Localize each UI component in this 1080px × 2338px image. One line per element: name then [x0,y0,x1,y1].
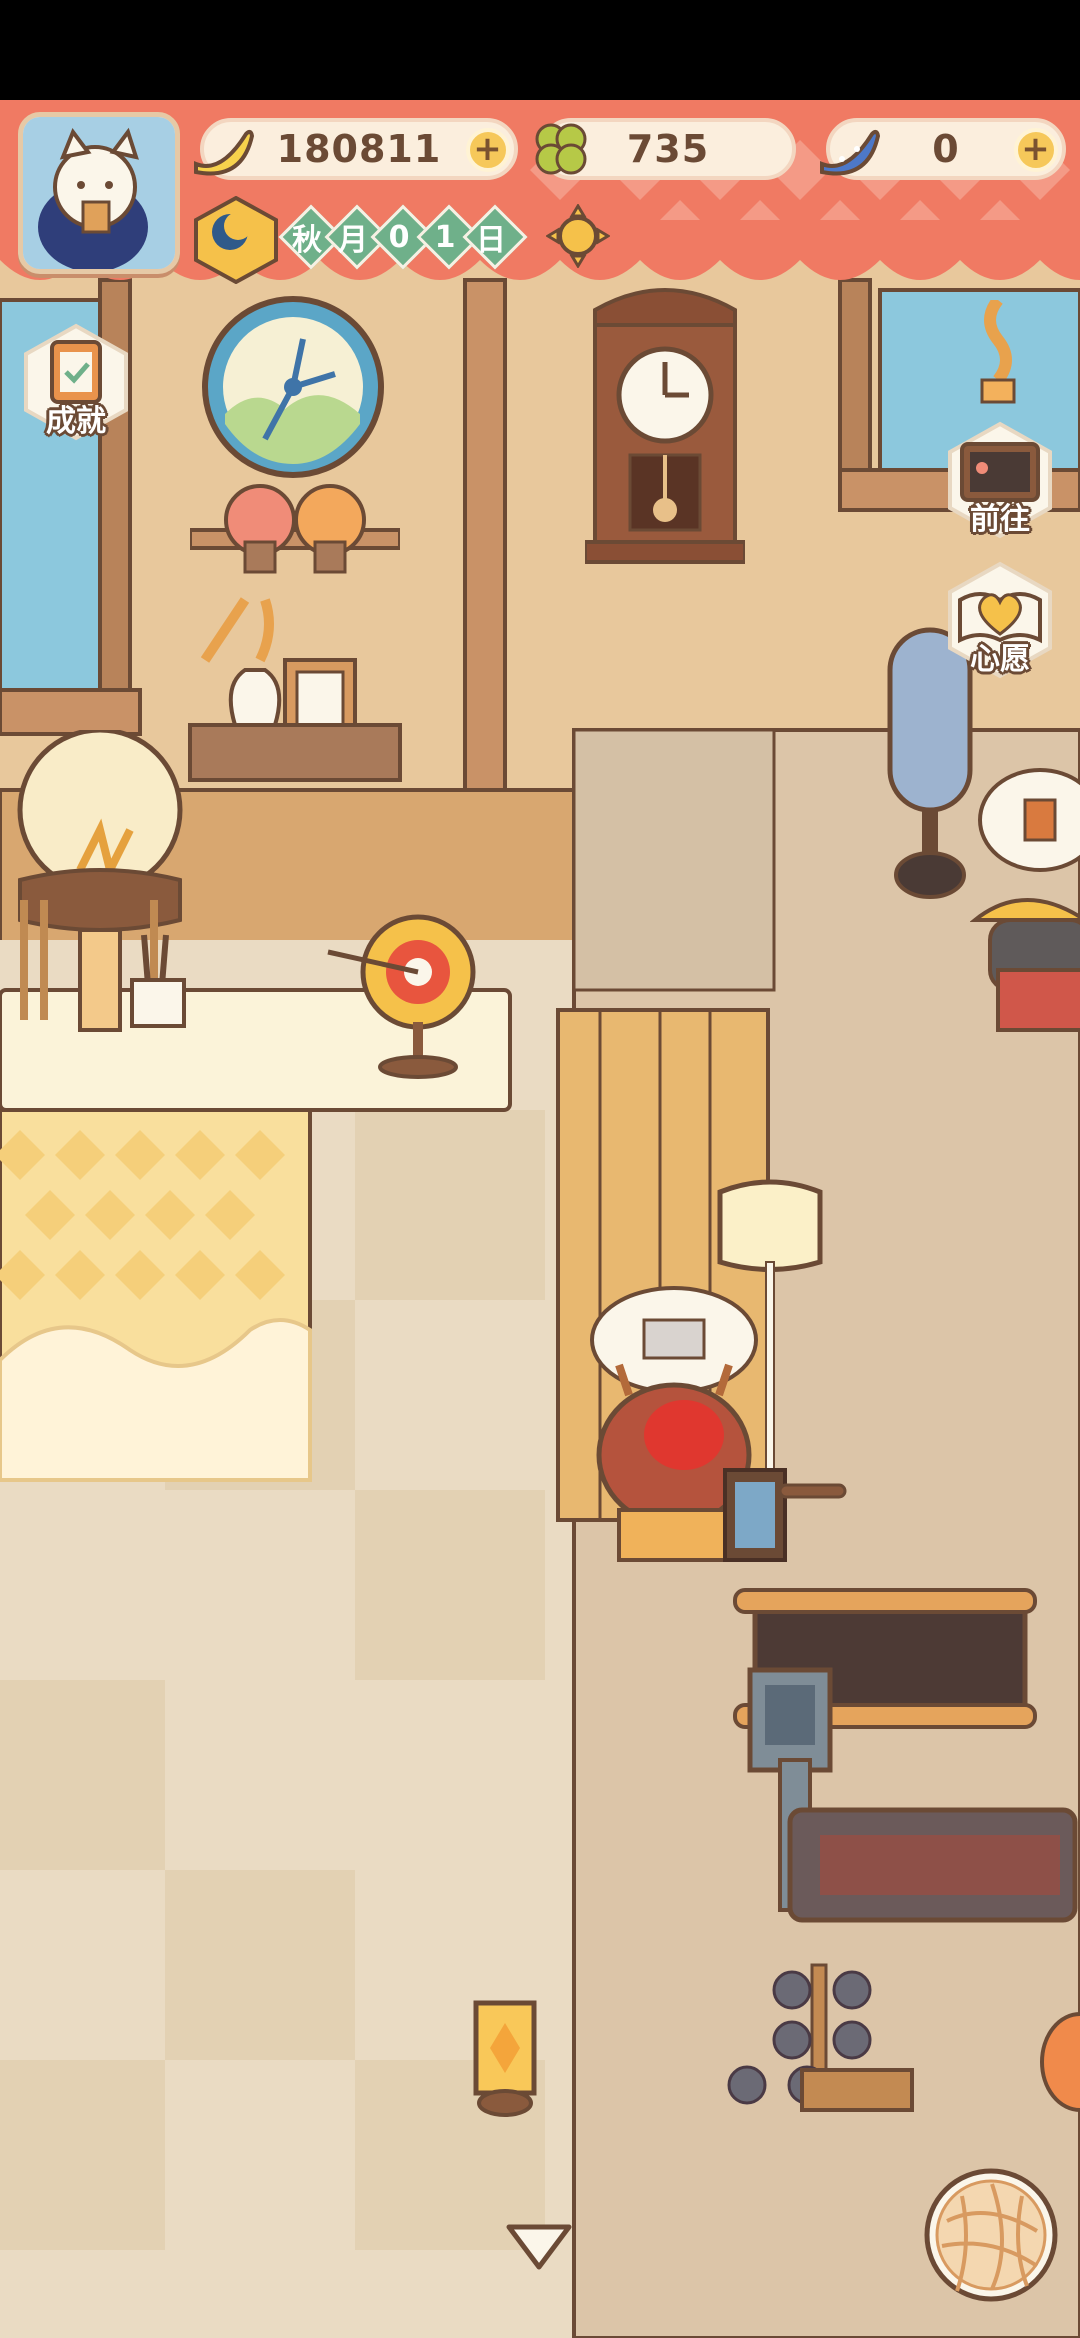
date-day-unit: 日 [466,208,516,266]
sun-icon[interactable] [546,204,610,268]
player-avatar[interactable] [18,112,180,274]
date-day-digit-1: 0 [374,208,424,266]
banana-currency[interactable]: 180811 + [194,118,518,180]
game-scene[interactable] [0,0,1080,2338]
goto-button[interactable]: 前往 [940,420,1060,540]
clover-currency[interactable]: 735 [535,118,796,180]
wish-label: 心愿 [970,642,1030,677]
tablet-stand[interactable] [720,1460,850,1580]
banana-count: 180811 [276,127,442,171]
dumbbell-rack[interactable] [722,1960,922,2120]
blue-banana-count: 0 [932,127,960,171]
status-bar [0,0,1080,100]
moon-icon[interactable] [192,196,280,284]
pencil-cup[interactable] [126,930,190,1030]
vase-shelf[interactable] [185,590,405,790]
add-banana-button[interactable]: + [466,128,510,172]
blue-banana-icon [820,129,881,176]
achievement-label: 成就 [46,404,106,439]
date-season: 秋 [282,208,332,266]
add-blue-banana-button[interactable]: + [1014,128,1058,172]
down-triangle-icon[interactable] [504,2222,574,2272]
date-month: 月 [328,208,378,266]
top-hud: 180811 + 735 0 + 秋 月 0 1 日 [0,0,1080,330]
cat-avatar-icon [23,117,175,269]
floor-lantern[interactable] [470,1998,540,2118]
treadmill[interactable] [740,1660,1080,1960]
banana-icon [194,129,255,176]
clover-count: 735 [626,127,710,171]
calendar-date: 秋 月 0 1 日 [282,208,512,266]
achievement-button[interactable]: 成就 [16,322,136,442]
date-day-digit-2: 1 [420,208,470,266]
yarn-ball-icon[interactable] [922,2166,1060,2304]
wish-button[interactable]: 心愿 [940,560,1060,680]
flower-shelf[interactable] [190,480,400,580]
raccoon-character[interactable] [970,760,1080,1060]
orange-item[interactable] [1040,2012,1080,2112]
clover-icon [535,123,587,175]
goto-label: 前往 [970,502,1030,537]
blue-banana-currency[interactable]: 0 + [820,118,1066,180]
dart-target[interactable] [318,912,478,1082]
